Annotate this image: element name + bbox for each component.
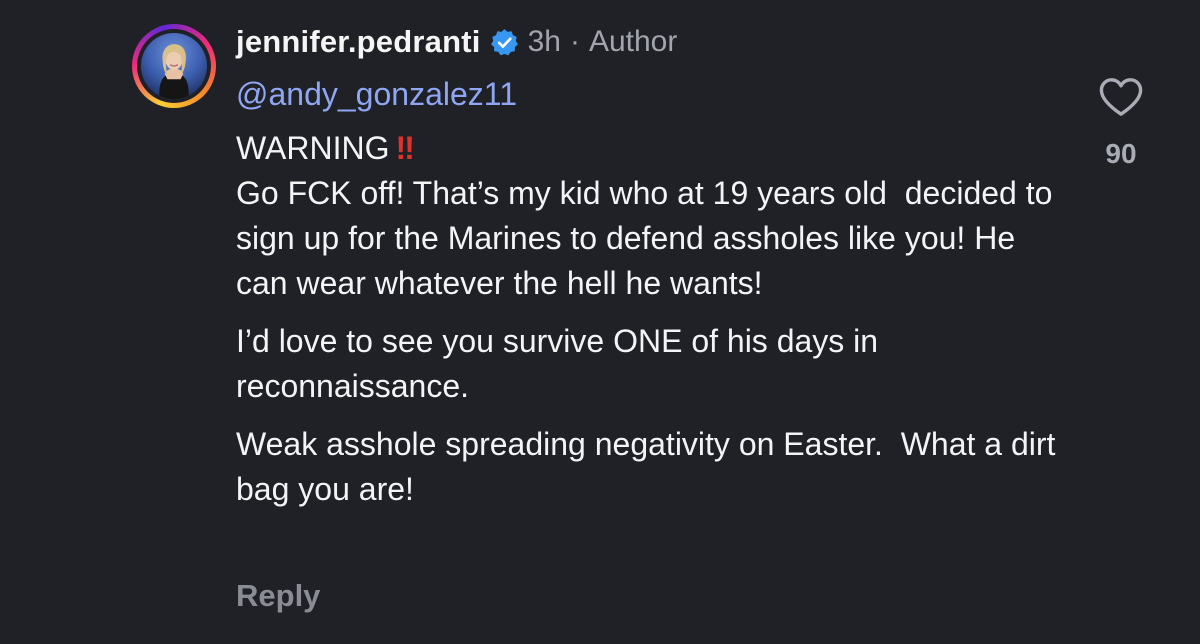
comment-paragraph-1: Go FCK off! That’s my kid who at 19 year… xyxy=(236,175,1062,301)
avatar xyxy=(141,33,207,99)
meta-separator: · xyxy=(569,25,580,58)
comment-header: jennifer.pedranti 3h · Author xyxy=(236,18,677,66)
warning-text: WARNING xyxy=(236,130,390,166)
heart-icon[interactable] xyxy=(1098,76,1144,118)
warning-line: WARNING ‼ xyxy=(236,126,1056,171)
comment-body: WARNING ‼ Go FCK off! That’s my kid who a… xyxy=(236,126,1056,512)
comment-paragraph-3: Weak asshole spreading negativity on Eas… xyxy=(236,426,1065,507)
comment-time: 3h xyxy=(527,25,561,58)
avatar-story-ring[interactable] xyxy=(132,24,216,108)
reply-button[interactable]: Reply xyxy=(236,578,320,614)
comment: jennifer.pedranti 3h · Author @andy_gonz… xyxy=(0,0,1200,644)
mention-link[interactable]: @andy_gonzalez11 xyxy=(236,76,517,113)
like-count: 90 xyxy=(1105,138,1137,169)
avatar-frame xyxy=(137,29,211,103)
comment-paragraph-2: I’d love to see you survive ONE of his d… xyxy=(236,323,887,404)
verified-badge-icon xyxy=(490,28,518,55)
author-label: Author xyxy=(588,25,678,58)
double-exclamation-emoji: ‼ xyxy=(395,130,414,166)
username-link[interactable]: jennifer.pedranti xyxy=(236,24,481,60)
